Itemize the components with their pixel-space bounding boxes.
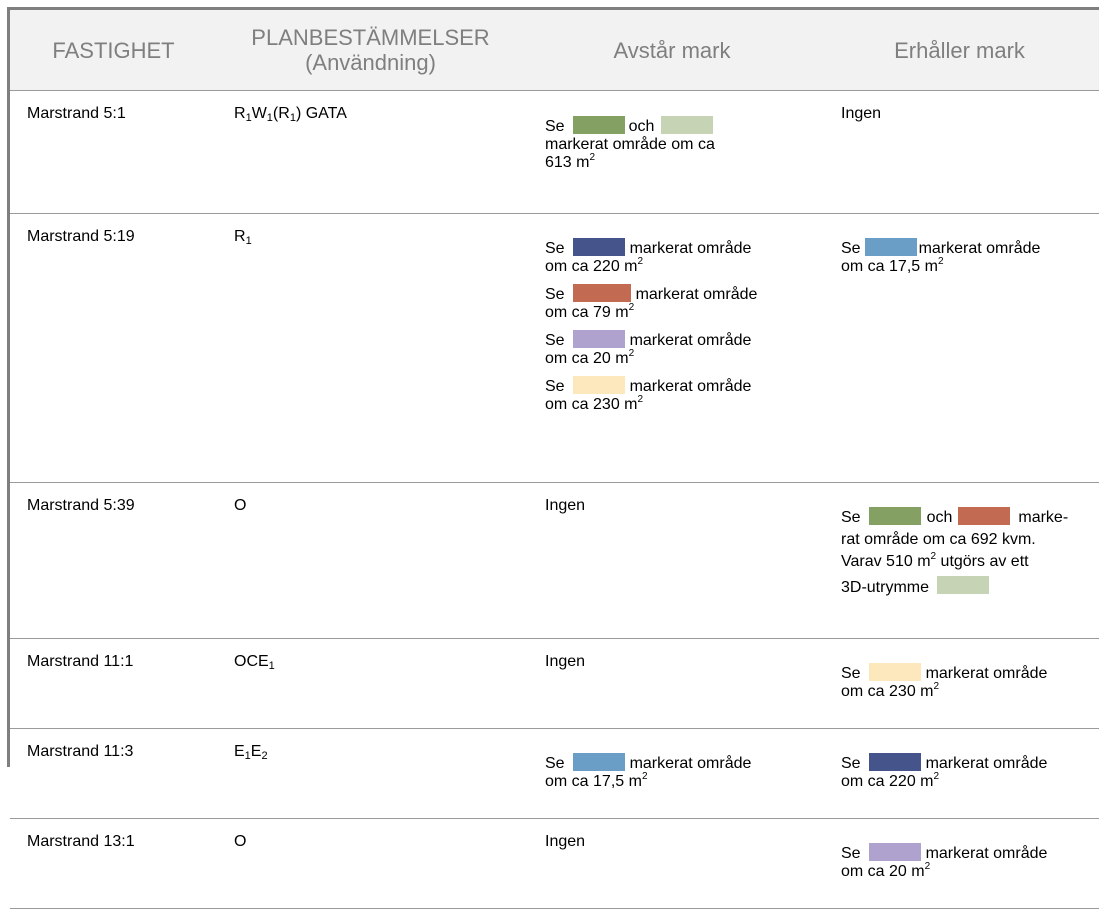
table-row: Marstrand 11:1 OCE1 Ingen Se markerat omr… — [10, 638, 1099, 729]
green-swatch — [868, 507, 921, 525]
avstar-cell: Ingen — [524, 482, 820, 639]
table-row: Marstrand 5:39 O Ingen Se och marke- rat o… — [10, 482, 1099, 639]
light-blue-swatch — [864, 238, 917, 256]
rust-swatch — [958, 507, 1011, 525]
rust-swatch — [572, 284, 631, 302]
table-row: Marstrand 13:1 O Ingen Se markerat område… — [10, 818, 1099, 909]
avstar-cell: Se markerat område om ca 220 m2 Se markerat… — [524, 213, 820, 483]
header-row: FASTIGHET PLANBESTÄMMELSER (Användning) … — [10, 10, 1099, 91]
plan-cell: O — [217, 482, 524, 639]
fastighet-cell: Marstrand 13:1 — [10, 818, 217, 909]
green-swatch — [572, 116, 625, 134]
fastighet-cell: Marstrand 5:39 — [10, 482, 217, 639]
erhaller-cell: Se och marke- rat område om ca 692 kvm. Va… — [820, 482, 1099, 639]
fastighet-cell: Marstrand 11:1 — [10, 638, 217, 729]
avstar-cell: Se och markerat område om ca 613 m2 — [524, 90, 820, 214]
plan-cell: R1 — [217, 213, 524, 483]
erhaller-cell: Se markerat område om ca 20 m2 — [820, 818, 1099, 909]
lavender-swatch — [572, 330, 625, 348]
header-plan-line2: (Användning) — [305, 50, 436, 75]
table-row: Marstrand 5:1 R1W1(R1) GATA Se och marker… — [10, 90, 1099, 214]
erhaller-cell: Se markerat område om ca 230 m2 — [820, 638, 1099, 729]
table-row: Marstrand 5:19 R1 Se markerat område om ca… — [10, 213, 1099, 483]
light-green-swatch — [661, 116, 714, 134]
erhaller-cell: Ingen — [820, 90, 1099, 214]
navy-swatch — [572, 238, 625, 256]
erhaller-cell: Se markerat område om ca 17,5 m2 — [820, 213, 1099, 483]
light-blue-swatch — [572, 753, 625, 771]
avstar-cell: Ingen — [524, 638, 820, 729]
light-green-swatch — [937, 576, 990, 594]
lavender-swatch — [868, 843, 921, 861]
header-fastighet: FASTIGHET — [10, 10, 217, 91]
cream-swatch — [868, 663, 921, 681]
fastighet-cell: Marstrand 5:1 — [10, 90, 217, 214]
plan-cell: R1W1(R1) GATA — [217, 90, 524, 214]
header-erhaller-mark: Erhåller mark — [820, 10, 1099, 91]
cream-swatch — [572, 376, 625, 394]
plan-cell: E1E2 — [217, 728, 524, 819]
property-table: FASTIGHET PLANBESTÄMMELSER (Användning) … — [10, 10, 1099, 909]
navy-swatch — [868, 753, 921, 771]
header-plan-line1: PLANBESTÄMMELSER — [251, 25, 490, 50]
plan-cell: O — [217, 818, 524, 909]
fastighet-cell: Marstrand 5:19 — [10, 213, 217, 483]
header-avstar-mark: Avstår mark — [524, 10, 820, 91]
header-planbestammelser: PLANBESTÄMMELSER (Användning) — [217, 10, 524, 91]
avstar-cell: Ingen — [524, 818, 820, 909]
avstar-cell: Se markerat område om ca 17,5 m2 — [524, 728, 820, 819]
erhaller-cell: Se markerat område om ca 220 m2 — [820, 728, 1099, 819]
fastighet-cell: Marstrand 11:3 — [10, 728, 217, 819]
plan-cell: OCE1 — [217, 638, 524, 729]
table-row: Marstrand 11:3 E1E2 Se markerat område om … — [10, 728, 1099, 819]
